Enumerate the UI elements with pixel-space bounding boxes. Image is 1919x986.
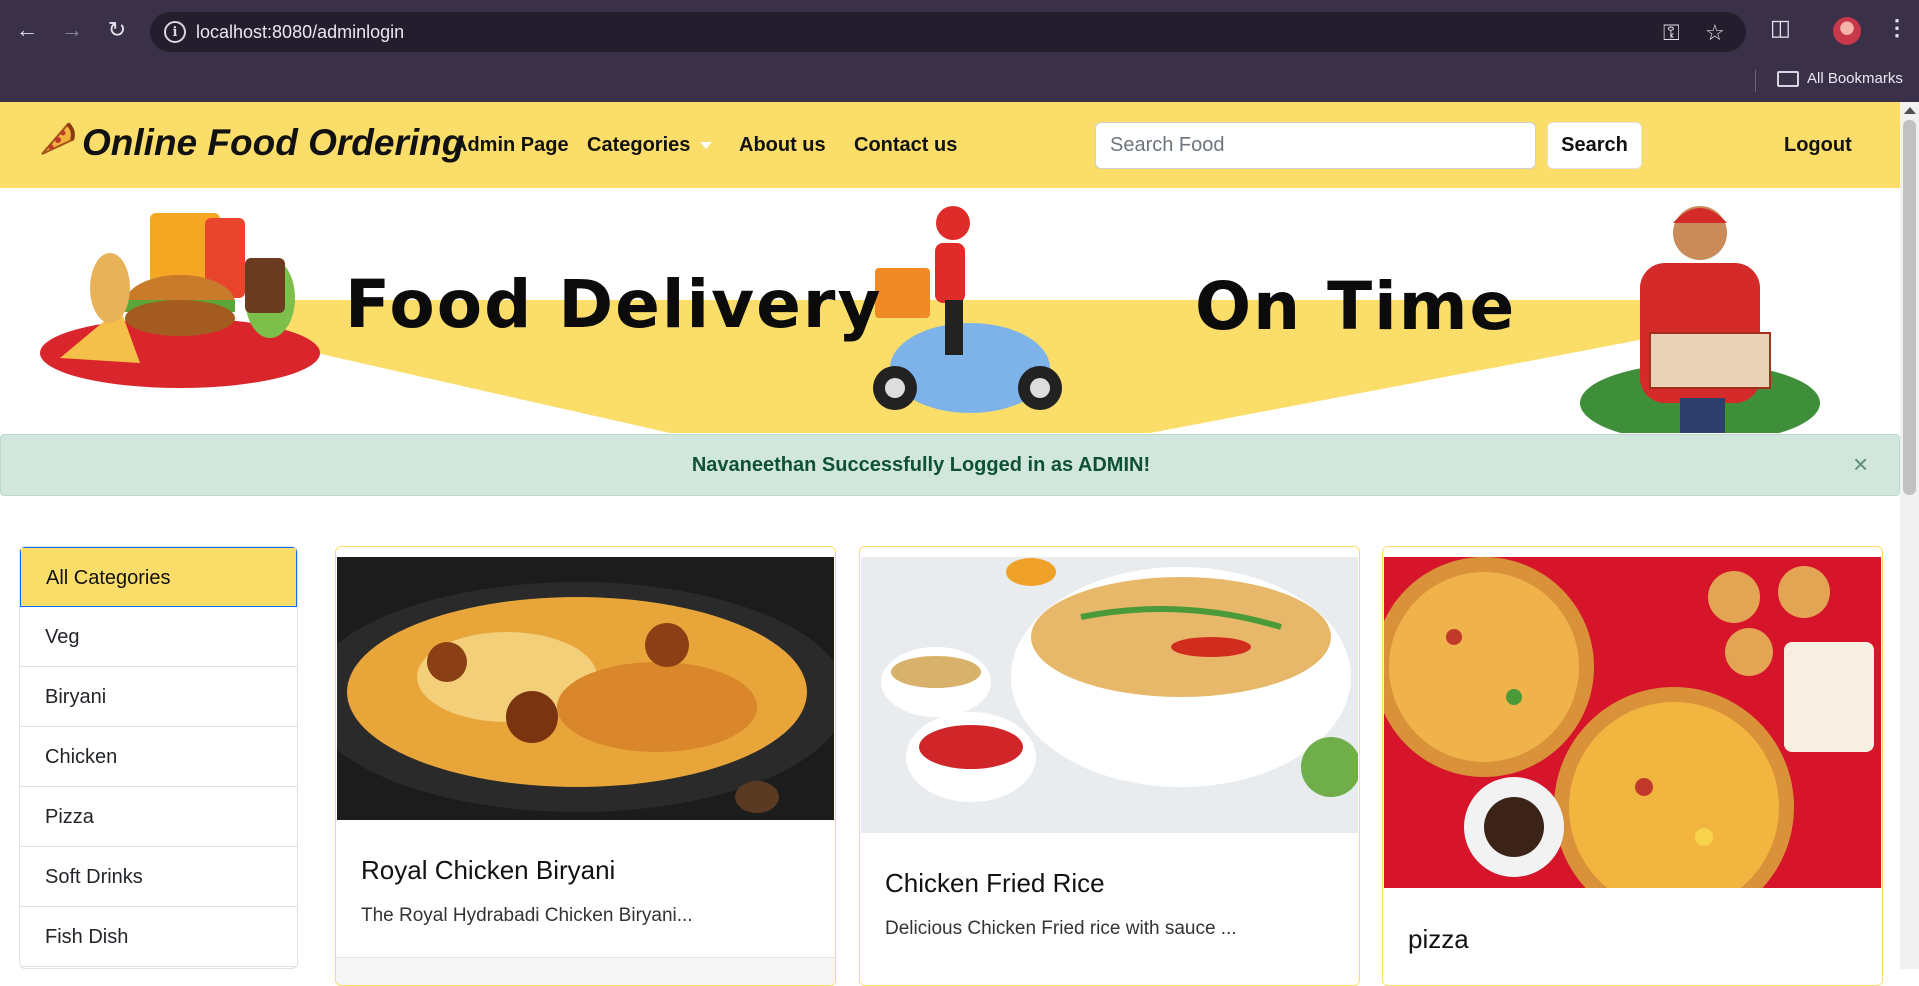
card-description: The Royal Hydrabadi Chicken Biryani... [361,905,693,926]
alert-message: Navaneethan Successfully Logged in as AD… [691,454,1151,476]
category-item-all[interactable]: All Categories [20,547,297,607]
reload-icon[interactable]: ↻ [101,14,133,46]
food-image-pizza[interactable] [1384,557,1881,888]
category-item-fish-dish[interactable]: Fish Dish [20,907,297,967]
nav-categories-label: Categories [587,134,691,156]
card-description: Delicious Chicken Fried rice with sauce … [885,918,1237,939]
success-alert: Navaneethan Successfully Logged in as AD… [0,434,1900,496]
search-food-input[interactable] [1095,122,1536,169]
site-info-icon[interactable]: i [164,21,186,43]
scrollbar-thumb[interactable] [1903,120,1916,495]
hero-banner: Food Delivery On Time [0,188,1900,433]
extensions-puzzle-icon[interactable]: ◫ [1770,15,1791,41]
category-list: All Categories Veg Biryani Chicken Pizza… [19,546,298,969]
all-bookmarks-link[interactable]: All Bookmarks [1807,70,1903,87]
nav-about-us[interactable]: About us [739,134,826,157]
url-text[interactable]: localhost:8080/adminlogin [196,22,404,43]
food-image-biryani[interactable] [337,557,834,820]
caret-down-icon [700,142,713,150]
category-item-veg[interactable]: Veg [20,607,297,667]
logout-link[interactable]: Logout [1784,134,1852,157]
food-card[interactable]: pizza [1382,546,1883,986]
card-title: Royal Chicken Biryani [361,855,616,885]
scroll-up-arrow-icon[interactable] [1904,107,1916,114]
food-image-fried-rice[interactable] [861,557,1358,833]
profile-avatar[interactable] [1833,17,1861,45]
category-item-soft-drinks[interactable]: Soft Drinks [20,847,297,907]
brand-link[interactable]: Online Food Ordering [38,118,464,167]
close-icon[interactable]: × [1853,449,1868,480]
card-title: pizza [1408,924,1469,954]
category-item-chicken[interactable]: Chicken [20,727,297,787]
search-button[interactable]: Search [1547,122,1642,169]
key-icon[interactable]: ⚿ [1663,20,1680,46]
food-tray-illustration [40,213,320,388]
address-bar[interactable]: i localhost:8080/adminlogin ⚿ ☆ [150,12,1746,52]
back-arrow-icon[interactable]: ← [11,14,43,46]
category-item-biryani[interactable]: Biryani [20,667,297,727]
category-item-pizza[interactable]: Pizza [20,787,297,847]
card-footer [336,957,835,985]
nav-admin-page[interactable]: Admin Page [453,134,569,157]
banner-text-left: Food Delivery [345,266,883,343]
bookmarks-bar: All Bookmarks [0,62,1919,102]
brand-title: Online Food Ordering [82,121,465,163]
folder-icon[interactable] [1777,71,1799,87]
card-title: Chicken Fried Rice [885,868,1105,898]
forward-arrow-icon[interactable]: → [56,14,88,46]
pizza-slice-icon [38,118,78,167]
food-card[interactable]: Chicken Fried Rice Delicious Chicken Fri… [859,546,1360,986]
food-card[interactable]: Royal Chicken Biryani The Royal Hydrabad… [335,546,836,986]
star-bookmark-icon[interactable]: ☆ [1705,20,1725,46]
browser-toolbar: ← → ↻ i localhost:8080/adminlogin ⚿ ☆ ◫ … [0,0,1919,62]
site-navbar: Online Food Ordering Admin Page Categori… [0,102,1900,188]
bookmarks-divider [1755,70,1756,92]
nav-contact-us[interactable]: Contact us [854,134,957,157]
more-options-icon[interactable]: ⋮ [1886,15,1908,41]
nav-categories-dropdown[interactable]: Categories [587,134,713,157]
banner-background [40,206,1820,433]
banner-text-right: On Time [1195,268,1517,345]
